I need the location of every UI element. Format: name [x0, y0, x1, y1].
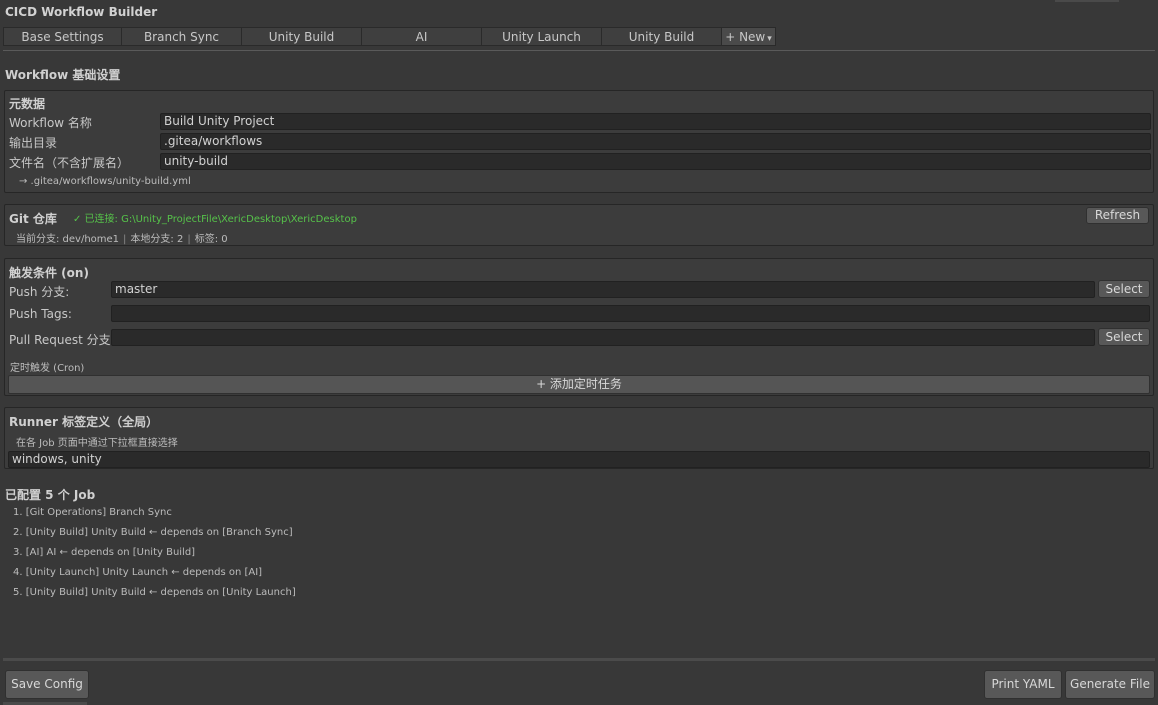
filename-label: 文件名（不含扩展名）: [9, 156, 130, 170]
job-list-item: 3. [AI] AI ← depends on [Unity Build]: [13, 547, 196, 558]
job-list-item: 5. [Unity Build] Unity Build ← depends o…: [13, 587, 296, 598]
chevron-down-icon: ▾: [767, 34, 772, 44]
job-list-item: 2. [Unity Build] Unity Build ← depends o…: [13, 527, 293, 538]
push-branch-select-button[interactable]: Select: [1098, 280, 1150, 298]
output-dir-input[interactable]: .gitea/workflows: [160, 133, 1151, 150]
push-tags-input[interactable]: [111, 305, 1150, 322]
divider: |: [187, 234, 191, 245]
new-tab-button[interactable]: + New ▾: [721, 27, 776, 46]
triggers-panel: 触发条件 (on) Push 分支: master Select Push Ta…: [4, 258, 1154, 396]
pr-branch-select-button[interactable]: Select: [1098, 328, 1150, 346]
current-branch: 当前分支: dev/home1: [16, 234, 120, 245]
pr-branch-label: Pull Request 分支: [9, 333, 111, 347]
runner-labels-input[interactable]: windows, unity: [8, 451, 1150, 468]
runner-title: Runner 标签定义（全局）: [9, 415, 159, 429]
workflow-name-input[interactable]: Build Unity Project: [160, 113, 1151, 130]
tab-branch-sync[interactable]: Branch Sync: [121, 27, 241, 46]
tag-count: 标签: 0: [194, 234, 228, 245]
tab-ai[interactable]: AI: [361, 27, 481, 46]
title-bar: CICD Workflow Builder: [0, 0, 1158, 24]
window-title: CICD Workflow Builder: [5, 5, 158, 19]
tab-unity-build-2[interactable]: Unity Build: [601, 27, 721, 46]
workflow-name-label: Workflow 名称: [9, 116, 92, 130]
generate-file-button[interactable]: Generate File: [1065, 670, 1155, 699]
runner-panel: Runner 标签定义（全局） 在各 Job 页面中通过下拉框直接选择 wind…: [4, 407, 1154, 469]
tab-unity-launch[interactable]: Unity Launch: [481, 27, 601, 46]
divider: |: [123, 234, 127, 245]
metadata-title: 元数据: [9, 97, 46, 111]
filename-input[interactable]: unity-build: [160, 153, 1151, 170]
job-list-item: 4. [Unity Launch] Unity Launch ← depends…: [13, 567, 263, 578]
git-title: Git 仓库: [9, 212, 57, 226]
tab-bar: Base Settings Branch Sync Unity Build AI…: [3, 27, 776, 47]
save-config-button[interactable]: Save Config: [5, 670, 89, 699]
git-panel: Git 仓库 ✓ 已连接: G:\Unity_ProjectFile\Xeric…: [4, 204, 1154, 246]
job-list-item: 1. [Git Operations] Branch Sync: [13, 507, 172, 518]
new-tab-label: + New: [725, 30, 766, 44]
local-branches: 本地分支: 2: [130, 234, 184, 245]
tab-divider: [3, 50, 1155, 51]
push-tags-label: Push Tags:: [9, 307, 72, 321]
resolved-path: → .gitea/workflows/unity-build.yml: [19, 176, 191, 187]
add-cron-button[interactable]: + 添加定时任务: [8, 375, 1150, 394]
push-branch-input[interactable]: master: [111, 281, 1095, 298]
pr-branch-input[interactable]: [111, 329, 1095, 346]
cron-label: 定时触发 (Cron): [10, 363, 85, 374]
git-status: ✓ 已连接: G:\Unity_ProjectFile\XericDesktop…: [73, 214, 357, 225]
git-branch-info: 当前分支: dev/home1 | 本地分支: 2 | 标签: 0: [16, 230, 228, 245]
output-dir-label: 输出目录: [9, 136, 58, 150]
triggers-title: 触发条件 (on): [9, 266, 89, 280]
footer-divider: [3, 658, 1155, 661]
tab-unity-build-1[interactable]: Unity Build: [241, 27, 361, 46]
print-yaml-button[interactable]: Print YAML: [984, 670, 1062, 699]
push-branch-label: Push 分支:: [9, 285, 70, 299]
jobs-title: 已配置 5 个 Job: [5, 488, 96, 502]
title-strip: [1055, 0, 1119, 2]
runner-hint: 在各 Job 页面中通过下拉框直接选择: [16, 438, 178, 449]
page-heading: Workflow 基础设置: [5, 68, 121, 82]
metadata-panel: 元数据 Workflow 名称 Build Unity Project 输出目录…: [4, 90, 1154, 193]
tab-base-settings[interactable]: Base Settings: [3, 27, 121, 46]
refresh-button[interactable]: Refresh: [1086, 207, 1149, 224]
